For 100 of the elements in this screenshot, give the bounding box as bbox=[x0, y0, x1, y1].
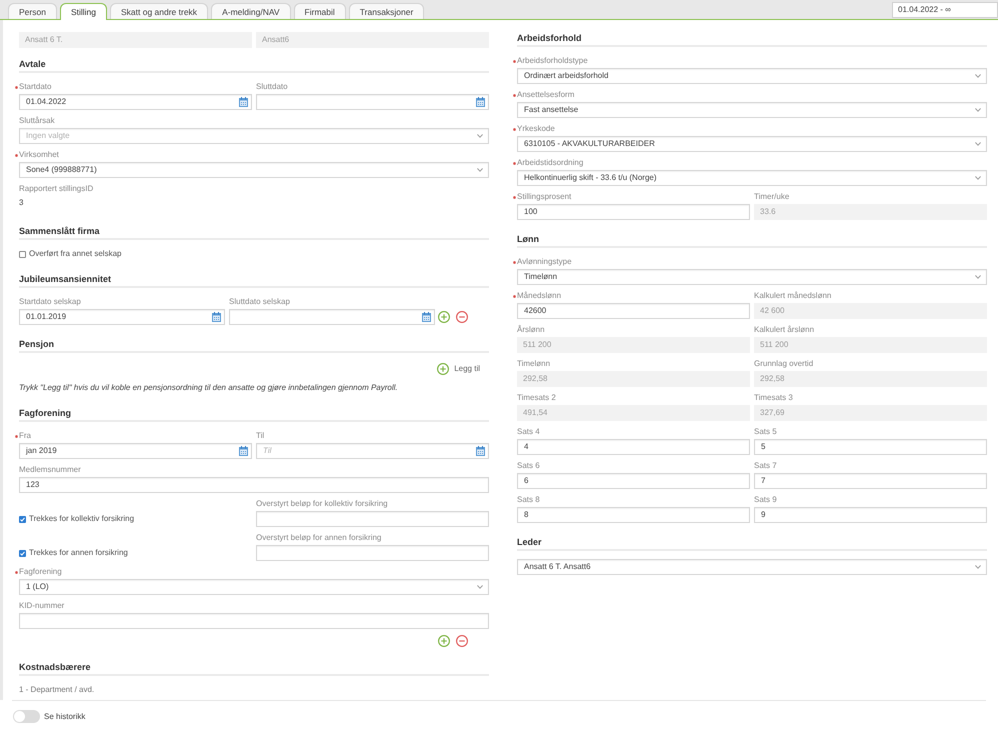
field-label: Sats 5 bbox=[754, 426, 777, 438]
chevron-down-icon bbox=[477, 585, 483, 589]
text-field[interactable]: 9 bbox=[754, 507, 987, 523]
readonly-field: 511 200 bbox=[517, 337, 750, 353]
tab[interactable]: Transaksjoner bbox=[348, 3, 424, 19]
chevron-down-icon bbox=[975, 176, 981, 180]
date-range-field[interactable]: 01.04.2022 - ∞ bbox=[892, 2, 998, 18]
plus-circle-icon[interactable] bbox=[437, 363, 450, 375]
date-field[interactable] bbox=[256, 94, 489, 110]
calendar-icon[interactable] bbox=[239, 446, 248, 456]
readonly-field: Ansatt6 bbox=[256, 32, 489, 48]
field-label: 1 - Department / avd. bbox=[19, 684, 94, 696]
dropdown[interactable]: Timelønn bbox=[517, 269, 987, 285]
plus-circle-icon[interactable] bbox=[438, 311, 450, 323]
tab[interactable]: Skatt og andre trekk bbox=[110, 3, 208, 19]
field-label: Timesats 3 bbox=[754, 392, 793, 404]
dropdown[interactable]: Helkontinuerlig skift - 33.6 t/u (Norge) bbox=[517, 170, 987, 186]
dropdown[interactable]: Sone4 (999888771) bbox=[19, 162, 489, 178]
readonly-field: 327,69 bbox=[754, 405, 987, 421]
calendar-icon[interactable] bbox=[422, 312, 431, 322]
text-field[interactable]: 5 bbox=[754, 439, 987, 455]
calendar-icon[interactable] bbox=[212, 312, 221, 322]
text-field[interactable]: 123 bbox=[19, 477, 489, 493]
tab[interactable]: Stilling bbox=[60, 3, 107, 20]
field-label: Rapportert stillingsID bbox=[19, 183, 94, 195]
field-label: Sats 9 bbox=[754, 494, 777, 506]
chevron-down-icon bbox=[975, 142, 981, 146]
field-label: Stillingsprosent bbox=[517, 191, 572, 203]
chevron-down-icon bbox=[477, 168, 483, 172]
field-label: Månedslønn bbox=[517, 290, 562, 302]
date-field[interactable]: jan 2019 bbox=[19, 443, 252, 459]
field-label: Sats 7 bbox=[754, 460, 777, 472]
field-label: KID-nummer bbox=[19, 600, 64, 612]
text-field[interactable] bbox=[256, 545, 489, 561]
readonly-field: 292,58 bbox=[754, 371, 987, 387]
minus-circle-icon[interactable] bbox=[456, 311, 468, 323]
field-label: Grunnlag overtid bbox=[754, 358, 814, 370]
field-label: Ansettelsesform bbox=[517, 89, 574, 101]
add-link[interactable]: Legg til bbox=[437, 363, 480, 375]
section-heading: Pensjon bbox=[19, 338, 54, 350]
field-label: Virksomhet bbox=[19, 149, 59, 161]
field-label: Overstyrt beløp for kollektiv forsikring bbox=[256, 498, 388, 510]
field-label: Sats 4 bbox=[517, 426, 540, 438]
date-field[interactable]: 01.04.2022 bbox=[19, 94, 252, 110]
calendar-icon[interactable] bbox=[476, 97, 485, 107]
field-label: Arbeidsforholdstype bbox=[517, 55, 588, 67]
field-label: Yrkeskode bbox=[517, 123, 555, 135]
info-note: Trykk "Legg til" hvis du vil koble en pensjonsordning til den ansatte og gjøre innbetalingen gjennom Payroll. bbox=[19, 382, 398, 394]
text-field[interactable]: 8 bbox=[517, 507, 750, 523]
readonly-field: 292,58 bbox=[517, 371, 750, 387]
dropdown[interactable]: 6310105 - AKVAKULTURARBEIDER bbox=[517, 136, 987, 152]
date-field[interactable]: 01.01.2019 bbox=[19, 309, 225, 325]
checkbox[interactable] bbox=[19, 250, 26, 258]
field-label: Avlønningstype bbox=[517, 256, 572, 268]
readonly-field: 491,54 bbox=[517, 405, 750, 421]
text-field[interactable]: 6 bbox=[517, 473, 750, 489]
field-label: Fagforening bbox=[19, 566, 62, 578]
text-field[interactable] bbox=[19, 613, 489, 629]
text-field[interactable]: 42600 bbox=[517, 303, 750, 319]
field-label: Fra bbox=[19, 430, 31, 442]
field-label: Kalkulert månedslønn bbox=[754, 290, 832, 302]
field-label: Til bbox=[256, 430, 264, 442]
dropdown[interactable]: Ordinært arbeidsforhold bbox=[517, 68, 987, 84]
tab[interactable]: A-melding/NAV bbox=[211, 3, 291, 19]
section-heading: Kostnadsbærere bbox=[19, 661, 91, 673]
readonly-field: Ansatt 6 T. bbox=[19, 32, 252, 48]
text-field[interactable]: 4 bbox=[517, 439, 750, 455]
calendar-icon[interactable] bbox=[476, 446, 485, 456]
field-label: Overstyrt beløp for annen forsikring bbox=[256, 532, 382, 544]
field-value: 3 bbox=[19, 197, 24, 209]
section-heading: Lønn bbox=[517, 233, 539, 245]
calendar-icon[interactable] bbox=[239, 97, 248, 107]
field-label: Timer/uke bbox=[754, 191, 790, 203]
chevron-down-icon bbox=[975, 74, 981, 78]
field-label: Startdato bbox=[19, 81, 52, 93]
text-field[interactable] bbox=[256, 511, 489, 527]
tab[interactable]: Person bbox=[8, 3, 57, 19]
readonly-field: 42 600 bbox=[754, 303, 987, 319]
plus-circle-icon[interactable] bbox=[438, 635, 450, 647]
checkbox-label: Trekkes for kollektiv forsikring bbox=[29, 513, 134, 525]
tab[interactable]: Firmabil bbox=[294, 3, 346, 19]
dropdown[interactable]: Ansatt 6 T. Ansatt6 bbox=[517, 559, 987, 575]
section-heading: Sammenslått firma bbox=[19, 225, 100, 237]
section-heading: Avtale bbox=[19, 58, 46, 70]
field-label: Timelønn bbox=[517, 358, 550, 370]
date-field[interactable] bbox=[229, 309, 435, 325]
toggle-label: Se historikk bbox=[44, 710, 86, 722]
checkbox-label: Trekkes for annen forsikring bbox=[29, 547, 128, 559]
dropdown[interactable]: Fast ansettelse bbox=[517, 102, 987, 118]
dropdown[interactable]: 1 (LO) bbox=[19, 579, 489, 595]
field-label: Timesats 2 bbox=[517, 392, 556, 404]
toggle-switch[interactable] bbox=[13, 710, 40, 723]
minus-circle-icon[interactable] bbox=[456, 635, 468, 647]
chevron-down-icon bbox=[975, 275, 981, 279]
text-field[interactable]: 100 bbox=[517, 204, 750, 220]
field-label: Sats 6 bbox=[517, 460, 540, 472]
field-label: Kalkulert årslønn bbox=[754, 324, 814, 336]
text-field[interactable]: 7 bbox=[754, 473, 987, 489]
checkbox-label: Overført fra annet selskap bbox=[29, 248, 122, 260]
chevron-down-icon bbox=[975, 565, 981, 569]
